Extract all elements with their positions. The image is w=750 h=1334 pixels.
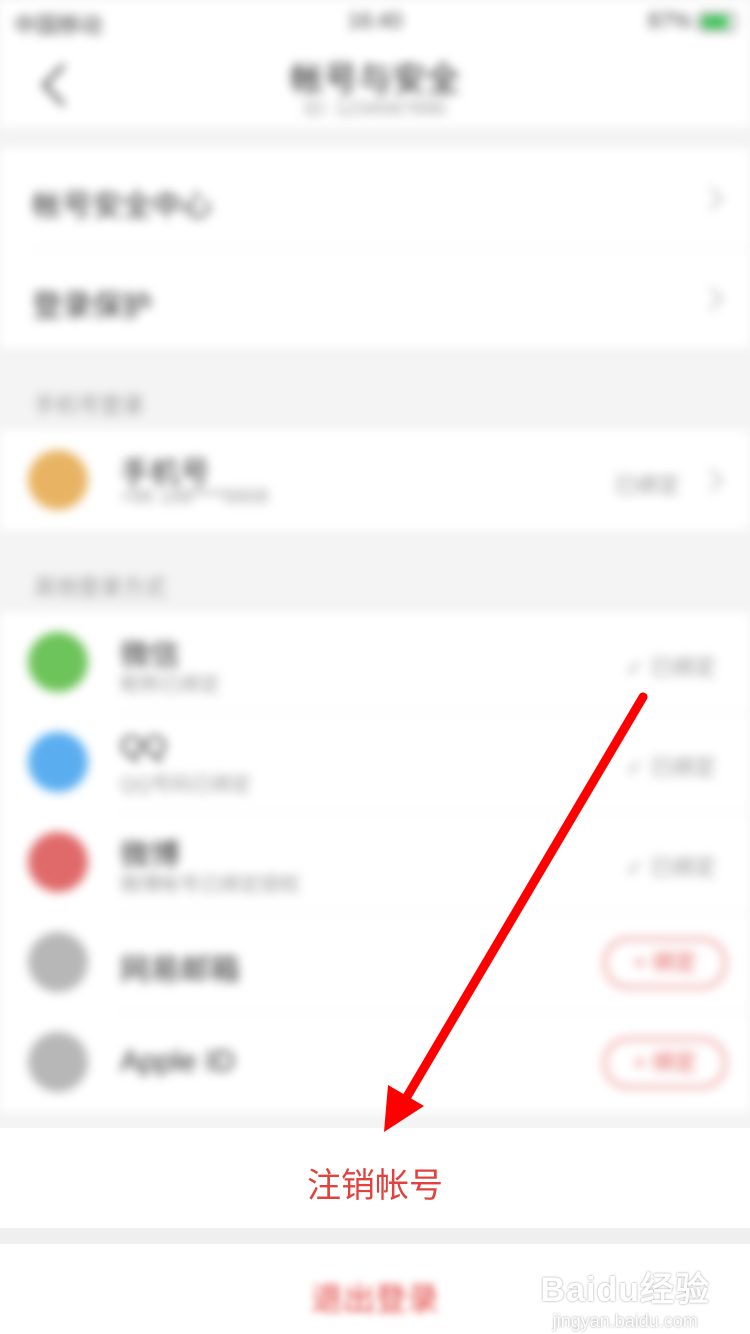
chevron-right-icon	[699, 186, 724, 211]
battery-percent: 87%	[647, 8, 692, 33]
chevron-right-icon	[699, 286, 724, 311]
phone-icon	[28, 450, 88, 510]
page-title: 帐号与安全	[290, 61, 460, 99]
social-account-list: 微信 昵称已绑定 ✓ 已绑定 QQ QQ号码已绑定 ✓ 已绑定 微博 微博帐号已…	[0, 612, 750, 1112]
account-detail: QQ号码已绑定	[120, 774, 252, 796]
page-subtitle: ID: 1234567890	[303, 98, 447, 120]
account-name: 网易邮箱	[120, 954, 240, 987]
phone-number-item[interactable]: 手机号 +86 188****6808 已绑定	[0, 430, 750, 530]
battery-indicator: 87%	[648, 8, 736, 34]
clock: 16:40	[347, 8, 403, 33]
account-status: ✓ 已绑定	[625, 855, 716, 880]
section-header-social: 其他登录方式	[34, 575, 167, 600]
social-item-qq[interactable]: QQ QQ号码已绑定 ✓ 已绑定	[0, 712, 750, 812]
social-item-weibo[interactable]: 微博 微博帐号已绑定授权 ✓ 已绑定	[0, 812, 750, 912]
settings-item-login-protection[interactable]: 登录保护	[0, 248, 750, 348]
social-item-apple-id[interactable]: Apple ID + 绑定	[0, 1012, 750, 1112]
chevron-right-icon	[699, 468, 724, 493]
social-item-netease-mail[interactable]: 网易邮箱 + 绑定	[0, 912, 750, 1012]
account-name: Apple ID	[120, 1045, 236, 1078]
account-status: ✓ 已绑定	[625, 755, 716, 780]
settings-item-label: 帐号安全中心	[32, 190, 212, 223]
watermark-url: jingyan.baidu.com	[552, 1311, 698, 1331]
weibo-icon	[28, 832, 88, 892]
settings-item-label: 登录保护	[32, 290, 152, 323]
deactivate-account-button[interactable]: 注销帐号	[0, 1128, 750, 1228]
apple-icon	[28, 1032, 88, 1092]
settings-group: 帐号安全中心 登录保护	[0, 148, 750, 348]
deactivate-account-label: 注销帐号	[307, 1167, 443, 1205]
battery-icon	[698, 12, 736, 33]
mail-icon	[28, 932, 88, 992]
wechat-icon	[28, 632, 88, 692]
qq-icon	[28, 732, 88, 792]
settings-item-security-center[interactable]: 帐号安全中心	[0, 148, 750, 248]
section-header-phone: 手机号登录	[34, 393, 145, 418]
account-name: QQ	[120, 730, 167, 763]
account-status: 已绑定	[613, 473, 680, 498]
nav-bar: 帐号与安全 ID: 1234567890	[0, 40, 750, 129]
bind-button[interactable]: + 绑定	[604, 1038, 726, 1088]
watermark: Baidu经验 jingyan.baidu.com	[541, 1262, 710, 1332]
watermark-logo: Baidu经验	[540, 1271, 710, 1309]
account-status: ✓ 已绑定	[625, 655, 716, 680]
sheet-separator	[0, 1228, 750, 1244]
account-detail: 微博帐号已绑定授权	[120, 874, 300, 896]
social-item-wechat[interactable]: 微信 昵称已绑定 ✓ 已绑定	[0, 612, 750, 712]
battery-fill	[702, 16, 728, 29]
account-detail: 昵称已绑定	[120, 674, 220, 696]
account-detail: +86 188****6808	[120, 486, 269, 508]
bind-button[interactable]: + 绑定	[604, 938, 726, 988]
status-bar: 中国移动 16:40 87%	[0, 0, 750, 40]
